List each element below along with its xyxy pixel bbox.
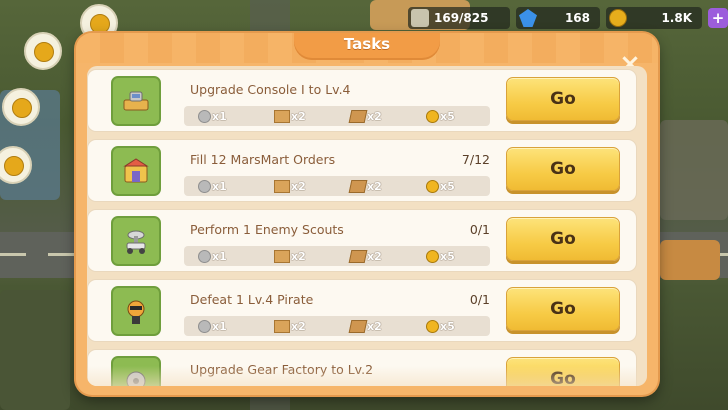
task-progress: 0/1: [469, 222, 490, 237]
task-thumbnail: [111, 356, 161, 386]
reward-item: x2: [260, 179, 336, 193]
building-block: [0, 290, 70, 410]
go-button[interactable]: Go: [506, 217, 620, 261]
reward-item: x2: [336, 319, 412, 333]
power-value: 169/825: [434, 11, 489, 25]
reward-strip: x1 x2 x2 x5: [184, 176, 490, 196]
crystal-icon: [519, 9, 537, 27]
add-resource-button[interactable]: +: [708, 8, 728, 28]
task-row: Upgrade Gear Factory to Lv.2 x1 x2 x2 x5…: [87, 349, 637, 386]
building-block: [660, 240, 720, 280]
reward-strip: x1 x2 x2 x5: [184, 316, 490, 336]
reward-item: x5: [412, 319, 488, 333]
task-thumbnail: [111, 286, 161, 336]
task-list[interactable]: Upgrade Console I to Lv.4 x1 x2 x2 x5 Go…: [87, 66, 647, 386]
go-button[interactable]: Go: [506, 147, 620, 191]
power-icon: [411, 9, 429, 27]
go-button[interactable]: Go: [506, 357, 620, 386]
task-thumbnail: [111, 146, 161, 196]
reward-item: x5: [412, 109, 488, 123]
coin-icon: [426, 319, 439, 333]
task-row: Defeat 1 Lv.4 Pirate 0/1 x1 x2 x2 x5 Go: [87, 279, 637, 342]
marsmart-icon: [123, 158, 149, 183]
reward-item: x2: [336, 179, 412, 193]
building-block: [660, 120, 728, 220]
task-row: Perform 1 Enemy Scouts 0/1 x1 x2 x2 x5 G…: [87, 209, 637, 272]
task-name: Upgrade Console I to Lv.4: [190, 82, 351, 97]
coin-icon: [426, 249, 439, 263]
pirate-icon: [127, 300, 145, 324]
reward-item: x1: [184, 319, 260, 333]
task-row: Fill 12 MarsMart Orders 7/12 x1 x2 x2 x5…: [87, 139, 637, 202]
task-name: Fill 12 MarsMart Orders: [190, 152, 336, 167]
gear-icon: [198, 179, 211, 193]
gear-icon: [198, 249, 211, 263]
reward-strip: x1 x2 x2 x5: [184, 106, 490, 126]
task-progress: 0/1: [469, 292, 490, 307]
reward-item: x5: [412, 179, 488, 193]
go-button[interactable]: Go: [506, 77, 620, 121]
task-name: Defeat 1 Lv.4 Pirate: [190, 292, 314, 307]
coin-bubble-icon[interactable]: [2, 88, 40, 126]
resource-bar: 169/825 168 1.8K +: [408, 5, 728, 31]
crystal-counter: 168: [516, 7, 600, 29]
task-thumbnail: [111, 76, 161, 126]
coin-bubble-icon[interactable]: [24, 32, 62, 70]
console-icon: [123, 91, 149, 111]
plank-icon: [348, 179, 368, 193]
reward-item: x2: [260, 319, 336, 333]
coin-icon: [609, 9, 627, 27]
dialog-title: Tasks: [294, 33, 440, 60]
plank-icon: [348, 319, 368, 333]
board-icon: [274, 109, 290, 123]
reward-item: x2: [260, 249, 336, 263]
reward-item: x2: [336, 249, 412, 263]
reward-item: x5: [412, 249, 488, 263]
board-icon: [274, 249, 290, 263]
power-counter: 169/825: [408, 7, 510, 29]
reward-item: x2: [336, 109, 412, 123]
board-icon: [274, 179, 290, 193]
plank-icon: [348, 249, 368, 263]
reward-strip: x1 x2 x2 x5: [184, 246, 490, 266]
coin-counter: 1.8K: [606, 7, 702, 29]
task-name: Perform 1 Enemy Scouts: [190, 222, 344, 237]
scout-rover-icon: [126, 230, 146, 254]
plank-icon: [348, 109, 368, 123]
reward-item: x1: [184, 109, 260, 123]
gear-factory-icon: [126, 371, 146, 386]
go-button[interactable]: Go: [506, 287, 620, 331]
task-progress: 7/12: [461, 152, 490, 167]
task-thumbnail: [111, 216, 161, 266]
reward-item: x1: [184, 249, 260, 263]
coin-icon: [426, 109, 439, 123]
task-row: Upgrade Console I to Lv.4 x1 x2 x2 x5 Go: [87, 69, 637, 132]
reward-item: x2: [260, 109, 336, 123]
gear-icon: [198, 319, 211, 333]
board-icon: [274, 319, 290, 333]
reward-item: x1: [184, 179, 260, 193]
task-name: Upgrade Gear Factory to Lv.2: [190, 362, 374, 377]
crystal-value: 168: [564, 11, 590, 25]
coin-icon: [426, 179, 439, 193]
coin-value: 1.8K: [661, 11, 692, 25]
gear-icon: [198, 109, 211, 123]
tasks-dialog: Tasks × Upgrade Console I to Lv.4 x1 x2 …: [76, 33, 658, 395]
